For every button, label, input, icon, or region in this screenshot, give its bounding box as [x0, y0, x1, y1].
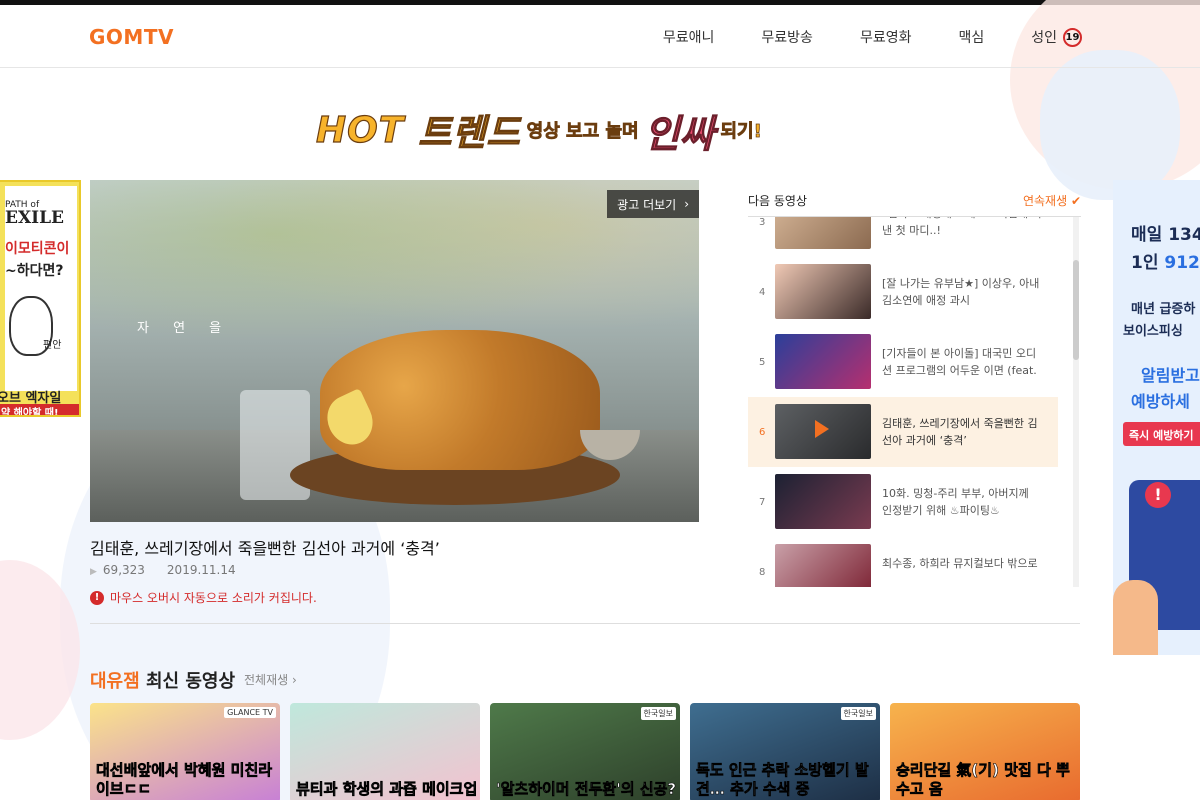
right-ad-text: 1인 — [1131, 253, 1165, 273]
video-card[interactable]: 승리단길 氣(기) 맛집 다 뿌수고 옴 — [890, 703, 1080, 800]
video-card-text: 독도 인근 추락 소방헬기 발견… 추가 수색 중 — [696, 761, 869, 799]
item-number: 5 — [759, 357, 766, 368]
ad-more-label: 광고 더보기 — [617, 197, 677, 212]
item-number: 8 — [759, 567, 766, 578]
list-item-active[interactable]: 6 김태훈, 쓰레기장에서 죽을뻔한 김선아 과거에 ‘충격’ — [748, 397, 1058, 467]
next-videos-panel: 다음 동영상 연속재생 ✔ 3 “엄마 소개팅해도 돼..?” 어렵게 꺼낸 첫… — [748, 180, 1081, 590]
banner-trend: 트렌드 — [418, 112, 521, 154]
section-title-accent: 대유잼 — [90, 671, 140, 692]
video-thumbnail — [775, 474, 871, 529]
right-ad-text: 보이스피싱 — [1123, 324, 1183, 339]
chevron-right-icon: › — [684, 197, 689, 211]
play-all-link[interactable]: 전체재생 › — [244, 671, 297, 688]
list-item[interactable]: 4 [잘 나가는 유부남★] 이상우, 아내 김소연에 애정 과시 — [748, 257, 1058, 327]
upload-date: 2019.11.14 — [166, 563, 236, 577]
banner-hot: HOT — [315, 109, 405, 151]
sound-warning: ! 마우스 오버시 자동으로 소리가 커집니다. — [90, 589, 317, 606]
item-number: 7 — [759, 497, 766, 508]
list-item[interactable]: 8 최수종, 하희라 뮤지컬보다 밖으로 — [748, 537, 1058, 587]
video-thumbnail — [775, 217, 871, 249]
ad-more-button[interactable]: 광고 더보기 › — [607, 190, 699, 218]
video-card[interactable]: 한국일보 독도 인근 추락 소방헬기 발견… 추가 수색 중 — [690, 703, 880, 800]
left-ad-text: 이모티콘이 — [5, 241, 70, 257]
next-videos-list: 3 “엄마 소개팅해도 돼..?” 어렵게 꺼낸 첫 마디..! 4 [잘 나가… — [748, 217, 1058, 587]
alert-icon: ! — [1145, 482, 1171, 508]
nav-adult[interactable]: 성인 19 — [1031, 27, 1082, 47]
right-ad-text: 매년 급증하 — [1131, 302, 1196, 317]
left-ad-panel: PATH of EXILE 이모티콘이 ~하다면? 편안 — [5, 186, 77, 391]
age-19-icon: 19 — [1063, 27, 1082, 47]
item-title: [기자들이 본 아이돌] 대국민 오디션 프로그램의 어두운 이면 (feat. — [882, 347, 1037, 377]
video-card-text: 승리단길 氣(기) 맛집 다 뿌수고 옴 — [896, 761, 1070, 799]
channel-badge: 한국일보 — [640, 707, 676, 720]
item-title: [잘 나가는 유부남★] 이상우, 아내 김소연에 애정 과시 — [882, 277, 1040, 307]
list-item[interactable]: 7 10화. 밍청-주리 부부, 아버지께 인정받기 위해 ♨파이팅♨ — [748, 467, 1058, 537]
video-card-text: 뷰티과 학생의 과즙 메이크업 — [296, 780, 478, 799]
video-card-text: 대선배앞에서 박혜원 미친라이브ㄷㄷ — [96, 761, 273, 799]
left-ad-text: 약 해야할 때! — [0, 404, 79, 415]
sound-warning-text: 마우스 오버시 자동으로 소리가 커집니다. — [110, 591, 317, 605]
channel-badge: GLANCE TV — [224, 707, 276, 718]
autoplay-toggle[interactable]: 연속재생 ✔ — [1023, 192, 1081, 209]
list-item[interactable]: 3 “엄마 소개팅해도 돼..?” 어렵게 꺼낸 첫 마디..! — [748, 217, 1058, 257]
next-videos-title: 다음 동영상 — [748, 194, 808, 208]
latest-videos-row: GLANCE TV 대선배앞에서 박혜원 미친라이브ㄷㄷ 뷰티과 학생의 과즙 … — [90, 703, 1080, 800]
video-thumbnail — [775, 264, 871, 319]
view-count: 69,323 — [90, 563, 145, 577]
video-card[interactable]: 한국일보 '알츠하이머 전두환'의 신공? — [490, 703, 680, 800]
right-ad-text: 1인 912만 — [1131, 248, 1200, 273]
right-ad-button[interactable]: 즉시 예방하기 — [1123, 422, 1200, 446]
hot-trend-banner[interactable]: HOT 트렌드 영상 보고 놀며 인싸 되기! — [315, 100, 768, 160]
left-ad-text: ~하다면? — [5, 263, 64, 279]
item-title: 김태훈, 쓰레기장에서 죽을뻔한 김선아 과거에 ‘충격’ — [882, 417, 1038, 447]
list-item[interactable]: 5 [기자들이 본 아이돌] 대국민 오디션 프로그램의 어두운 이면 (fea… — [748, 327, 1058, 397]
item-number: 4 — [759, 287, 766, 298]
section-title-text: 최신 동영상 — [139, 671, 236, 692]
video-meta: 69,323 2019.11.14 — [90, 563, 236, 577]
left-ad-text: 편안 — [43, 340, 62, 351]
video-thumbnail — [775, 334, 871, 389]
left-ad-banner[interactable]: PATH of EXILE 이모티콘이 ~하다면? 편안 오브 엑자일 약 해야… — [0, 180, 81, 417]
nav-free-movie[interactable]: 무료영화 — [860, 27, 912, 47]
channel-badge: 한국일보 — [840, 707, 876, 720]
item-title: 최수종, 하희라 뮤지컬보다 밖으로 — [882, 557, 1038, 570]
decor-blob — [1040, 50, 1180, 200]
item-number: 3 — [759, 217, 766, 228]
gomtv-logo[interactable]: GOMTV — [89, 25, 174, 49]
nav-maxim[interactable]: 맥심 — [958, 27, 984, 47]
video-title[interactable]: 김태훈, 쓰레기장에서 죽을뻔한 김선아 과거에 ‘충격’ — [90, 535, 440, 559]
video-thumbnail — [775, 404, 871, 459]
right-ad-banner[interactable]: 매일 134 1인 912만 매년 급증하 보이스피싱 알림받고 예방하세 즉시… — [1113, 180, 1200, 655]
video-thumbnail — [775, 544, 871, 587]
right-ad-text: 예방하세 — [1131, 392, 1190, 411]
video-caption: 자 연 을 — [137, 321, 232, 336]
right-ad-text: 알림받고 — [1141, 366, 1200, 385]
item-title: 10화. 밍청-주리 부부, 아버지께 인정받기 위해 ♨파이팅♨ — [882, 487, 1029, 517]
right-ad-text: 912만 — [1164, 253, 1200, 273]
nav-free-anime[interactable]: 무료애니 — [663, 27, 715, 47]
banner-mid: 영상 보고 놀며 — [526, 121, 639, 143]
video-card[interactable]: GLANCE TV 대선배앞에서 박혜원 미친라이브ㄷㄷ — [90, 703, 280, 800]
header: GOMTV 무료애니 무료방송 무료영화 맥심 성인 19 — [0, 5, 1200, 68]
video-card[interactable]: 뷰티과 학생의 과즙 메이크업 — [290, 703, 480, 800]
item-title: “엄마 소개팅해도 돼..?” 어렵게 꺼낸 첫 마디..! — [882, 217, 1042, 237]
hand-illustration — [1113, 580, 1158, 655]
section-divider — [90, 623, 1080, 624]
right-ad-text: 매일 134 — [1131, 225, 1200, 245]
scrollbar-thumb[interactable] — [1073, 260, 1079, 360]
play-icon — [815, 420, 829, 438]
video-player[interactable]: 자 연 을 광고 더보기 › — [90, 180, 699, 522]
section-title: 대유잼 최신 동영상 — [90, 667, 235, 693]
item-number: 6 — [759, 427, 766, 438]
banner-end: 되기! — [720, 121, 762, 143]
warning-icon: ! — [90, 590, 104, 605]
main-nav: 무료애니 무료방송 무료영화 맥심 성인 19 — [663, 27, 1082, 47]
banner-insa: 인싸 — [644, 111, 715, 156]
left-ad-text: EXILE — [5, 208, 65, 228]
nav-free-broadcast[interactable]: 무료방송 — [761, 27, 813, 47]
video-card-text: '알츠하이머 전두환'의 신공? — [496, 780, 677, 799]
nav-adult-label: 성인 — [1031, 30, 1057, 46]
